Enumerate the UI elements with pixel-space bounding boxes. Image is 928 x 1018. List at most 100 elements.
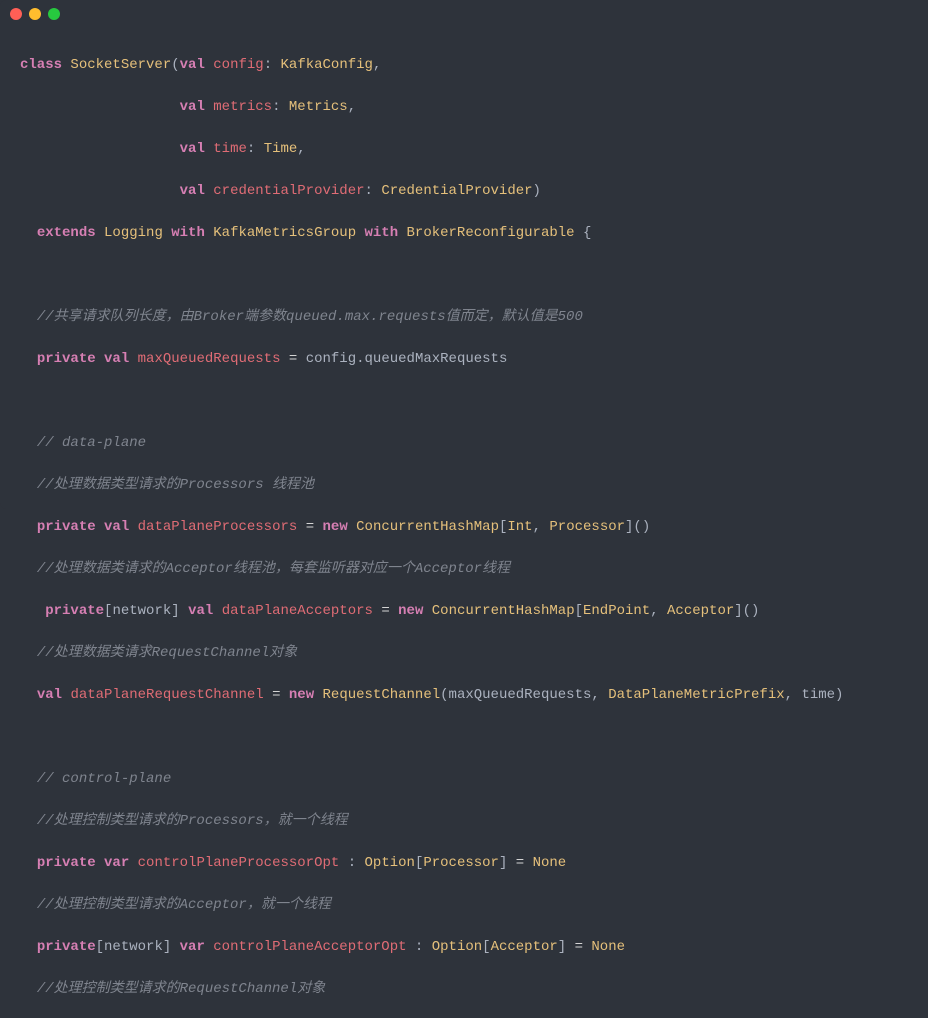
comment: //处理数据类请求的Acceptor线程池，每套监听器对应一个Acceptor线… xyxy=(37,561,510,577)
code-line: class SocketServer(val config: KafkaConf… xyxy=(20,55,908,76)
keyword: private xyxy=(37,351,96,367)
code-line: // control-plane xyxy=(20,769,908,790)
colon: : xyxy=(365,183,373,199)
code-line: //处理控制类型请求的RequestChannel对象 xyxy=(20,979,908,1000)
code-line: //处理控制类型请求的Processors，就一个线程 xyxy=(20,811,908,832)
identifier: dataPlaneAcceptors xyxy=(222,603,373,619)
code-area[interactable]: class SocketServer(val config: KafkaConf… xyxy=(0,28,928,1018)
identifier: maxQueuedRequests xyxy=(138,351,281,367)
bracket: [ xyxy=(482,939,490,955)
comment: //处理控制类型请求的RequestChannel对象 xyxy=(37,981,325,997)
bracket: ( xyxy=(440,687,448,703)
bracket: ] xyxy=(171,603,179,619)
keyword: new xyxy=(323,519,348,535)
code-line: //处理控制类型请求的Acceptor，就一个线程 xyxy=(20,895,908,916)
keyword: private xyxy=(37,519,96,535)
identifier: dataPlaneRequestChannel xyxy=(70,687,263,703)
identifier: controlPlaneProcessorOpt xyxy=(138,855,340,871)
type: KafkaConfig xyxy=(281,57,373,73)
identifier: config xyxy=(213,57,263,73)
type: Acceptor xyxy=(491,939,558,955)
code-line: val metrics: Metrics, xyxy=(20,97,908,118)
code-line: val dataPlaneRequestChannel = new Reques… xyxy=(20,685,908,706)
colon: : xyxy=(247,141,255,157)
maximize-icon[interactable] xyxy=(48,8,60,20)
type: ConcurrentHashMap xyxy=(432,603,575,619)
code-line xyxy=(20,391,908,412)
type: BrokerReconfigurable xyxy=(407,225,575,241)
dot: . xyxy=(356,351,364,367)
identifier: controlPlaneAcceptorOpt xyxy=(213,939,406,955)
code-line: //共享请求队列长度，由Broker端参数queued.max.requests… xyxy=(20,307,908,328)
code-window: class SocketServer(val config: KafkaConf… xyxy=(0,0,928,509)
identifier: maxQueuedRequests xyxy=(449,687,592,703)
comment: //处理数据类型请求的Processors 线程池 xyxy=(37,477,314,493)
type: CredentialProvider xyxy=(381,183,532,199)
keyword: private xyxy=(45,603,104,619)
operator: = xyxy=(381,603,389,619)
keyword: new xyxy=(398,603,423,619)
code-line: private val maxQueuedRequests = config.q… xyxy=(20,349,908,370)
code-line: private val dataPlaneProcessors = new Co… xyxy=(20,517,908,538)
keyword: val xyxy=(180,99,205,115)
close-icon[interactable] xyxy=(10,8,22,20)
operator: = xyxy=(272,687,280,703)
code-line: //处理数据类请求RequestChannel对象 xyxy=(20,643,908,664)
minimize-icon[interactable] xyxy=(29,8,41,20)
bracket: ]() xyxy=(625,519,650,535)
bracket: ) xyxy=(835,687,843,703)
identifier: DataPlaneMetricPrefix xyxy=(608,687,784,703)
keyword: val xyxy=(104,519,129,535)
identifier: None xyxy=(591,939,625,955)
identifier: time xyxy=(801,687,835,703)
type: Time xyxy=(264,141,298,157)
operator: = xyxy=(289,351,297,367)
bracket: [ xyxy=(415,855,423,871)
comment: //处理数据类请求RequestChannel对象 xyxy=(37,645,297,661)
code-line: //处理数据类型请求的Processors 线程池 xyxy=(20,475,908,496)
comment: //共享请求队列长度，由Broker端参数queued.max.requests… xyxy=(37,309,583,325)
identifier: config xyxy=(306,351,356,367)
window-titlebar xyxy=(0,0,928,28)
identifier: queuedMaxRequests xyxy=(365,351,508,367)
keyword: private xyxy=(37,855,96,871)
comma: , xyxy=(785,687,793,703)
bracket: ) xyxy=(533,183,541,199)
identifier: network xyxy=(112,603,171,619)
keyword: private xyxy=(37,939,96,955)
code-line xyxy=(20,265,908,286)
comma: , xyxy=(373,57,381,73)
type: Option xyxy=(432,939,482,955)
code-line: //处理数据类请求的Acceptor线程池，每套监听器对应一个Acceptor线… xyxy=(20,559,908,580)
bracket: [ xyxy=(499,519,507,535)
operator: = xyxy=(575,939,583,955)
comma: , xyxy=(591,687,599,703)
identifier: None xyxy=(533,855,567,871)
keyword: val xyxy=(37,687,62,703)
code-line xyxy=(20,727,908,748)
identifier: network xyxy=(104,939,163,955)
code-line: extends Logging with KafkaMetricsGroup w… xyxy=(20,223,908,244)
bracket: ] xyxy=(558,939,566,955)
type: RequestChannel xyxy=(323,687,441,703)
keyword: class xyxy=(20,57,62,73)
code-line: // data-plane xyxy=(20,433,908,454)
keyword: val xyxy=(188,603,213,619)
colon: : xyxy=(348,855,356,871)
colon: : xyxy=(272,99,280,115)
comment: //处理控制类型请求的Acceptor，就一个线程 xyxy=(37,897,331,913)
comment: // data-plane xyxy=(37,435,146,451)
bracket: ( xyxy=(171,57,179,73)
code-line: val time: Time, xyxy=(20,139,908,160)
comma: , xyxy=(533,519,541,535)
colon: : xyxy=(264,57,272,73)
type: Acceptor xyxy=(667,603,734,619)
bracket: ] xyxy=(163,939,171,955)
comment: // control-plane xyxy=(37,771,171,787)
bracket: { xyxy=(583,225,591,241)
keyword: with xyxy=(171,225,205,241)
type: Int xyxy=(507,519,532,535)
identifier: dataPlaneProcessors xyxy=(138,519,298,535)
type: Processor xyxy=(423,855,499,871)
operator: = xyxy=(306,519,314,535)
